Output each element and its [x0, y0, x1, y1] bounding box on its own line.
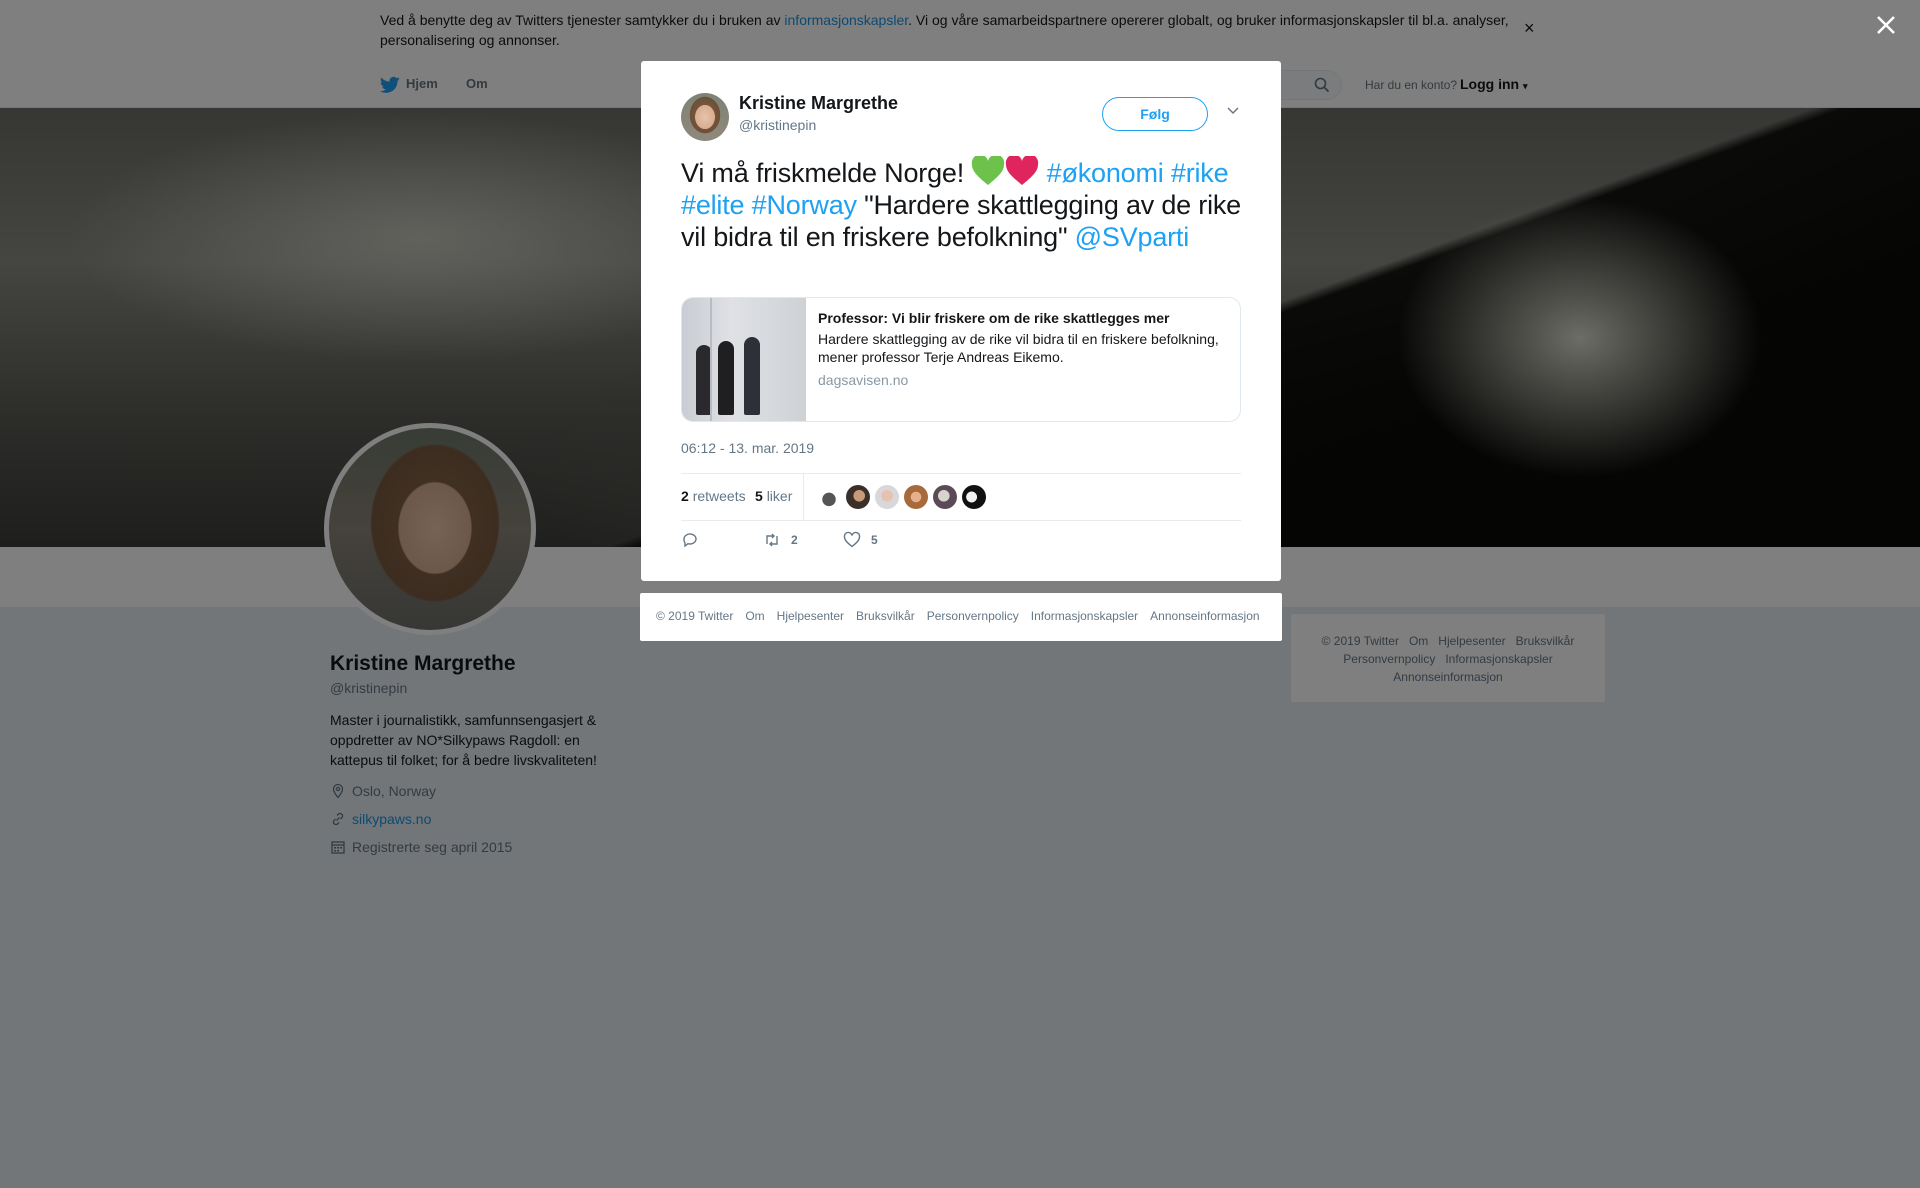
tweet-author-handle[interactable]: @kristinepin [739, 117, 816, 133]
heart-icon [843, 531, 861, 548]
mention-svparti[interactable]: @SVparti [1075, 222, 1190, 252]
likers-avatars [817, 485, 986, 509]
liker-avatar[interactable] [962, 485, 986, 509]
footer-link[interactable]: Hjelpesenter [777, 609, 844, 623]
card-figure [718, 341, 734, 415]
retweets-stat[interactable]: 2 retweets [681, 488, 746, 504]
footer-link[interactable]: Informasjonskapsler [1031, 609, 1138, 623]
retweet-icon [766, 533, 778, 547]
footer-link[interactable]: Annonseinformasjon [1150, 609, 1259, 623]
tweet-actions: 2 5 [681, 531, 1241, 555]
card-domain: dagsavisen.no [818, 372, 909, 388]
chevron-down-icon[interactable] [1226, 103, 1240, 117]
follow-button[interactable]: Følg [1102, 97, 1208, 131]
modal-footer: © 2019 Twitter Om Hjelpesenter Bruksvilk… [640, 593, 1282, 641]
liker-avatar[interactable] [904, 485, 928, 509]
link-preview-card[interactable]: Professor: Vi blir friskere om de rike s… [681, 297, 1241, 422]
like-count: 5 [871, 533, 878, 547]
liker-avatar[interactable] [875, 485, 899, 509]
tweet-author-avatar[interactable] [681, 93, 729, 141]
tweet-text: Vi må friskmelde Norge! #økonomi #rike #… [681, 156, 1251, 253]
hashtag-norway[interactable]: #Norway [752, 190, 857, 220]
footer-link[interactable]: Om [745, 609, 764, 623]
reply-button[interactable] [681, 531, 699, 549]
likes-label: liker [766, 488, 793, 504]
hashtag-okonomi[interactable]: #økonomi [1047, 158, 1164, 188]
retweet-button[interactable]: 2 [763, 531, 798, 549]
retweet-count: 2 [791, 533, 798, 547]
liker-avatar[interactable] [817, 485, 841, 509]
green-heart-icon [972, 156, 1005, 185]
modal-footer-links: © 2019 Twitter Om Hjelpesenter Bruksvilk… [656, 609, 1260, 623]
liker-avatar[interactable] [846, 485, 870, 509]
card-figure [744, 337, 760, 415]
card-thumbnail [682, 298, 806, 421]
likes-count: 5 [755, 488, 763, 504]
footer-link[interactable]: © 2019 Twitter [656, 609, 733, 623]
close-icon[interactable] [1873, 12, 1899, 38]
tweet-modal: Kristine Margrethe @kristinepin Følg Vi … [641, 61, 1281, 581]
hashtag-elite[interactable]: #elite [681, 190, 745, 220]
card-divider [710, 298, 712, 421]
card-description: Hardere skattlegging av de rike vil bidr… [818, 331, 1219, 365]
stats-divider [803, 474, 804, 520]
footer-link[interactable]: Personvernpolicy [927, 609, 1019, 623]
tweet-stats: 2 retweets 5 liker [681, 473, 1241, 521]
footer-link[interactable]: Bruksvilkår [856, 609, 915, 623]
likes-stat[interactable]: 5 liker [755, 488, 792, 504]
card-title: Professor: Vi blir friskere om de rike s… [818, 310, 1170, 326]
tweet-text-start: Vi må friskmelde Norge! [681, 158, 972, 188]
reply-icon [683, 533, 697, 548]
tweet-author-name[interactable]: Kristine Margrethe [739, 93, 898, 114]
tweet-timestamp[interactable]: 06:12 - 13. mar. 2019 [681, 440, 814, 456]
like-button[interactable]: 5 [843, 531, 878, 549]
red-heart-icon [1006, 156, 1039, 185]
hashtag-rike[interactable]: #rike [1171, 158, 1229, 188]
liker-avatar[interactable] [933, 485, 957, 509]
retweets-label: retweets [692, 488, 746, 504]
retweets-count: 2 [681, 488, 689, 504]
